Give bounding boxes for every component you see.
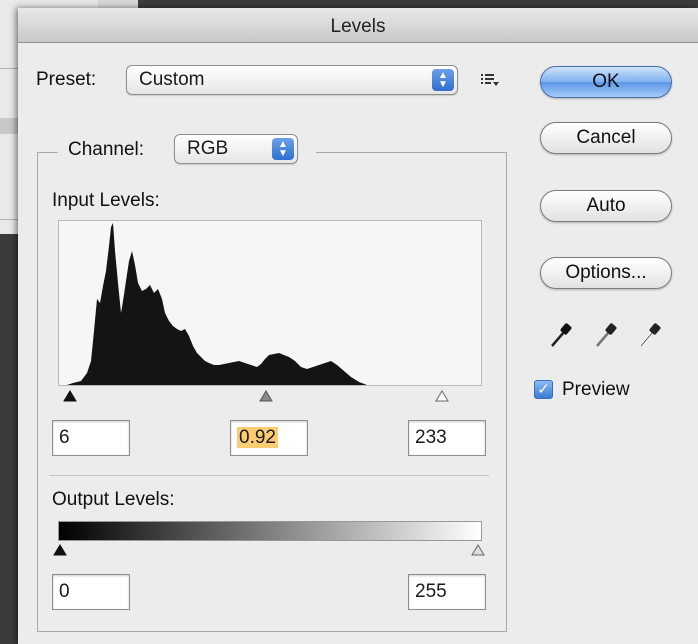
channel-label: Channel: xyxy=(68,139,145,160)
select-arrows-icon: ▲ ▼ xyxy=(272,138,294,160)
histogram xyxy=(58,220,482,386)
gray-point-eyedropper-icon[interactable] xyxy=(593,320,619,350)
list-menu-icon[interactable] xyxy=(480,72,500,88)
input-highlight-field[interactable]: 233 xyxy=(408,420,486,456)
input-midtone-slider[interactable] xyxy=(259,390,273,402)
output-highlight-slider[interactable] xyxy=(471,544,485,556)
input-highlight-slider[interactable] xyxy=(435,390,449,402)
output-gradient-bar xyxy=(58,521,482,541)
preset-select[interactable]: Custom ▲ ▼ xyxy=(126,65,458,95)
select-arrows-icon: ▲ ▼ xyxy=(432,69,454,91)
input-shadow-field[interactable]: 6 xyxy=(52,420,130,456)
input-midtone-value: 0.92 xyxy=(237,427,278,448)
ok-button[interactable]: OK xyxy=(540,66,672,98)
output-shadow-slider[interactable] xyxy=(53,544,67,556)
input-midtone-field[interactable]: 0.92 xyxy=(230,420,308,456)
preset-select-value: Custom xyxy=(139,69,205,90)
output-levels-label: Output Levels: xyxy=(52,489,175,510)
input-shadow-slider[interactable] xyxy=(63,390,77,402)
preset-label: Preset: xyxy=(36,69,97,90)
white-point-eyedropper-icon[interactable] xyxy=(637,320,663,350)
channel-select-value: RGB xyxy=(187,138,229,159)
levels-dialog: Levels Preset: Custom ▲ ▼ OK Cancel Auto … xyxy=(18,8,698,644)
preview-label: Preview xyxy=(562,379,630,400)
cancel-button[interactable]: Cancel xyxy=(540,122,672,154)
dialog-title: Levels xyxy=(18,8,698,43)
channel-select[interactable]: RGB ▲ ▼ xyxy=(174,134,298,164)
auto-button[interactable]: Auto xyxy=(540,190,672,222)
output-shadow-field[interactable]: 0 xyxy=(52,574,130,610)
divider xyxy=(49,475,489,476)
preview-checkbox[interactable]: ✓ xyxy=(534,380,553,399)
options-button[interactable]: Options... xyxy=(540,257,672,289)
output-highlight-field[interactable]: 255 xyxy=(408,574,486,610)
input-levels-label: Input Levels: xyxy=(52,190,160,211)
black-point-eyedropper-icon[interactable] xyxy=(548,320,574,350)
background-app-left-panel xyxy=(0,0,18,644)
